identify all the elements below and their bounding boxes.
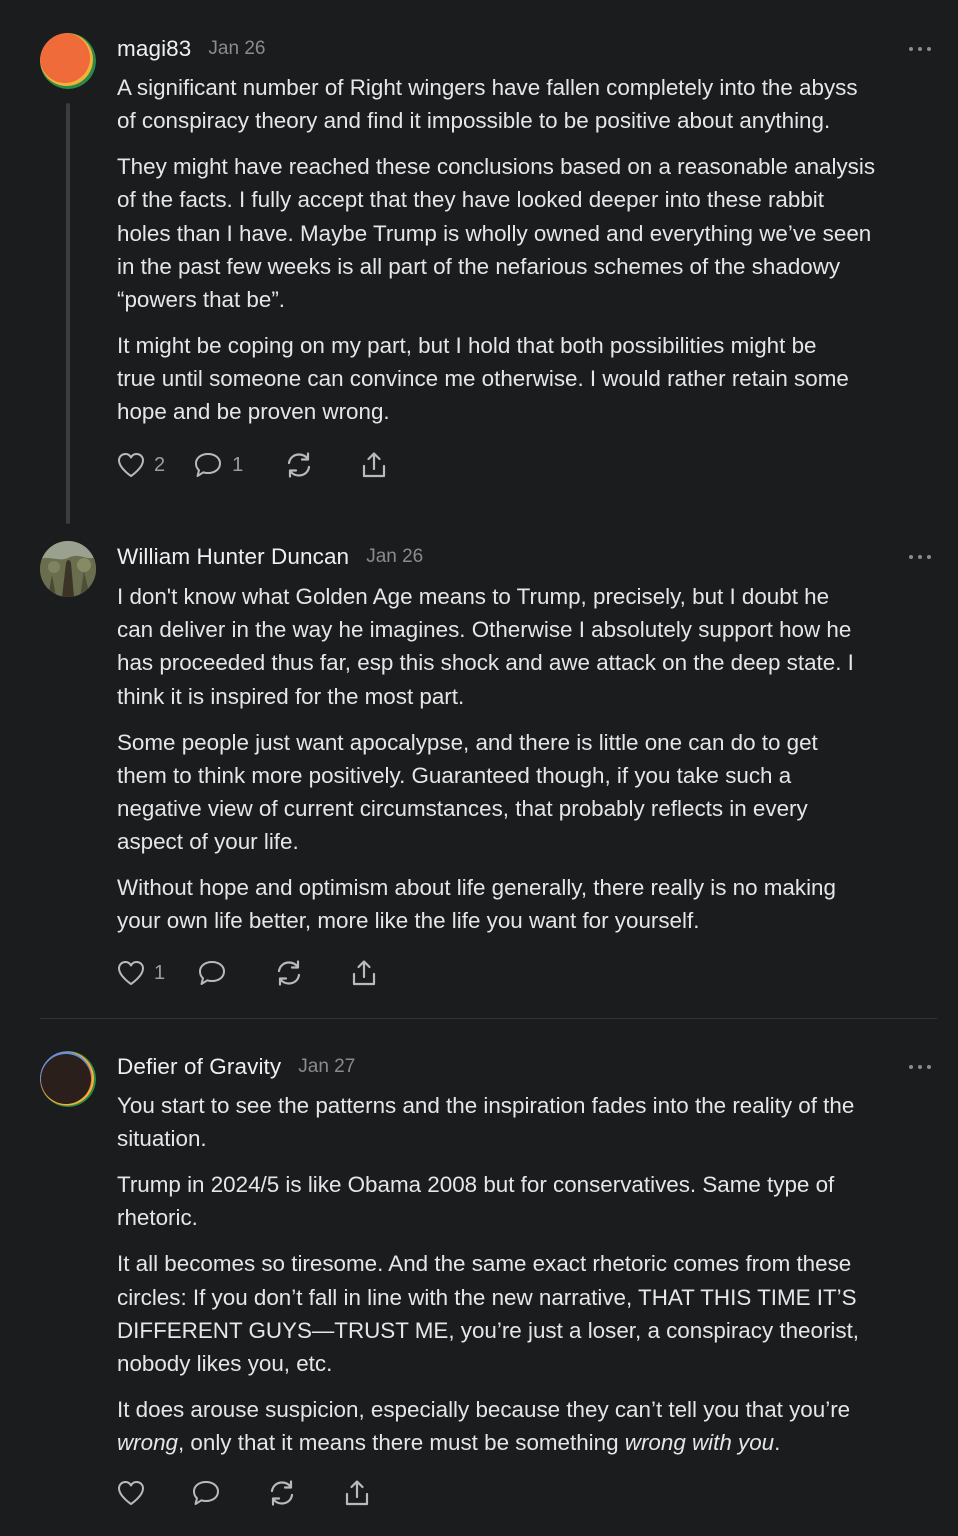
reply-button[interactable]: 1 (193, 451, 243, 479)
comment-paragraph: You start to see the patterns and the in… (117, 1093, 855, 1152)
comment-paragraph: I don't know what Golden Age means to Tr… (117, 584, 854, 709)
restack-button[interactable] (267, 1479, 297, 1507)
comment-paragraph: A significant number of Right wingers ha… (117, 75, 858, 134)
share-button[interactable] (360, 451, 388, 479)
restack-button[interactable] (284, 451, 314, 479)
reply-button[interactable] (197, 959, 227, 987)
comment-date[interactable]: Jan 26 (208, 38, 265, 60)
like-button[interactable]: 2 (117, 452, 165, 478)
share-button[interactable] (343, 1479, 371, 1507)
more-options-icon[interactable] (909, 554, 931, 560)
comment-author[interactable]: Defier of Gravity (117, 1054, 281, 1080)
restack-icon (270, 1480, 294, 1506)
comment-date[interactable]: Jan 26 (366, 546, 423, 568)
restack-button[interactable] (274, 959, 304, 987)
share-icon (363, 452, 386, 478)
more-options-icon[interactable] (909, 46, 931, 52)
comment-body: A significant number of Right wingers ha… (117, 71, 939, 429)
like-button[interactable]: 1 (117, 960, 165, 986)
restack-icon (288, 452, 311, 478)
avatar[interactable] (40, 33, 96, 89)
like-count: 2 (154, 453, 166, 476)
share-icon (345, 1480, 369, 1506)
comment-body: I don't know what Golden Age means to Tr… (117, 580, 939, 938)
comment-paragraph: They might have reached these conclusion… (117, 154, 876, 313)
like-count: 1 (154, 961, 166, 984)
heart-icon (118, 453, 144, 477)
comment-icon (199, 961, 226, 985)
like-button[interactable] (117, 1480, 145, 1506)
share-icon (353, 960, 376, 986)
comment-paragraph: Trump in 2024/5 is like Obama 2008 but f… (117, 1172, 835, 1231)
comment-paragraph: Without hope and optimism about life gen… (117, 875, 836, 934)
comment-paragraph: Some people just want apocalypse, and th… (117, 729, 818, 855)
thread-line (66, 103, 70, 524)
reply-count: 1 (232, 453, 244, 476)
avatar[interactable] (40, 1051, 96, 1107)
heart-icon (118, 961, 144, 985)
heart-icon (118, 1481, 144, 1505)
comment-paragraph: It might be coping on my part, but I hol… (117, 333, 849, 425)
reply-button[interactable] (191, 1479, 221, 1507)
comment-body: You start to see the patterns and the in… (117, 1089, 939, 1459)
more-options-icon[interactable] (909, 1064, 931, 1070)
comment-paragraph: It does arouse suspicion, especially bec… (117, 1397, 851, 1456)
comment-author[interactable]: magi83 (117, 36, 191, 62)
avatar[interactable] (40, 541, 96, 597)
comment-icon (193, 1481, 219, 1505)
comment-paragraph: It all becomes so tiresome. And the same… (117, 1251, 860, 1377)
divider (40, 1018, 937, 1019)
comment-icon (195, 453, 222, 477)
comment-date[interactable]: Jan 27 (298, 1056, 355, 1078)
share-button[interactable] (350, 959, 378, 987)
restack-icon (278, 960, 301, 986)
comment-author[interactable]: William Hunter Duncan (117, 544, 349, 570)
